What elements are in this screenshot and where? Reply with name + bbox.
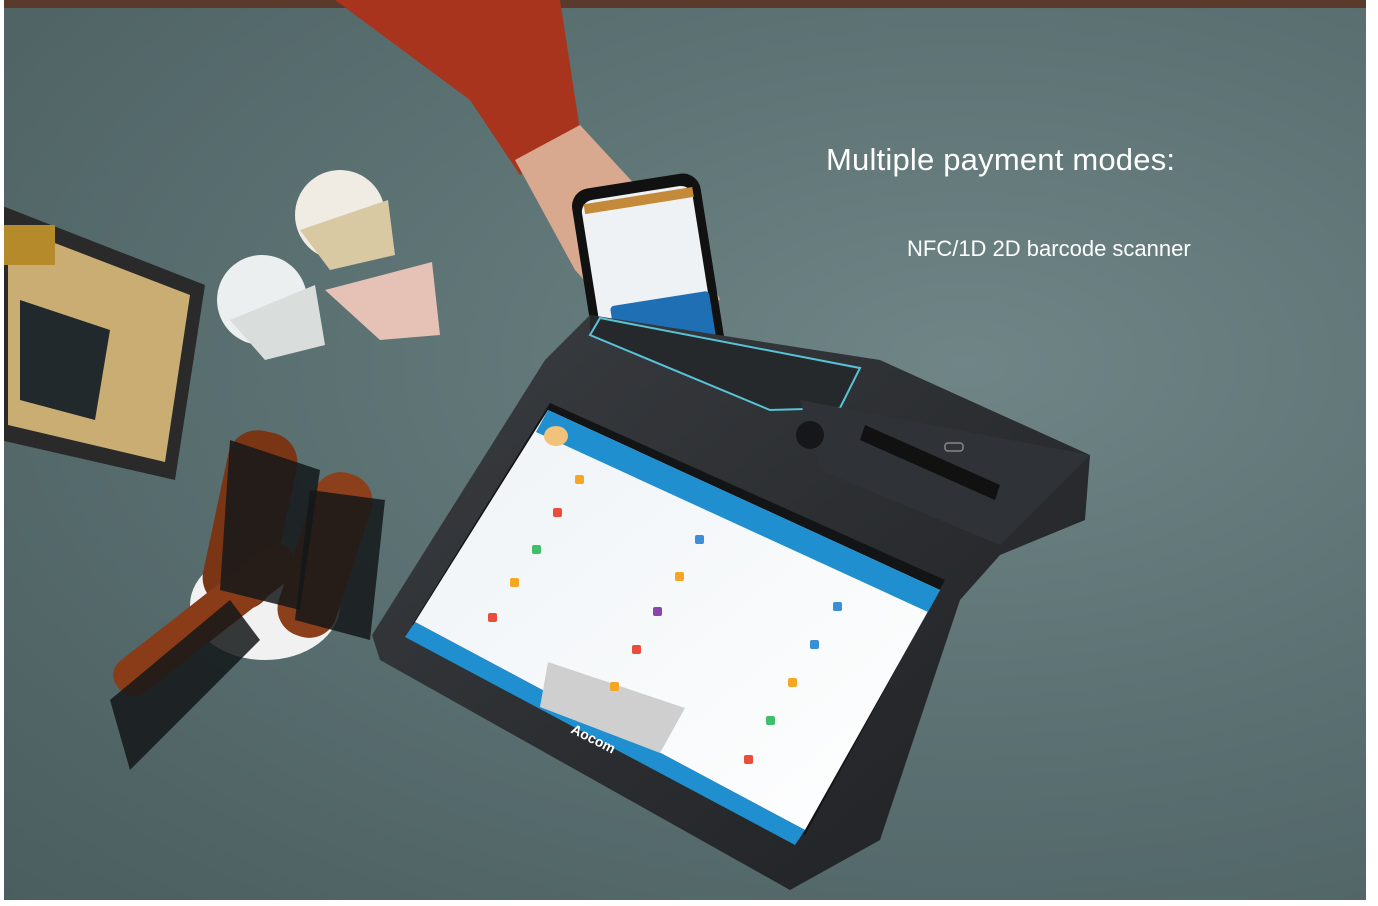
subheadline: NFC/1D 2D barcode scanner (907, 236, 1191, 261)
bottles (217, 170, 440, 360)
left-border (0, 0, 4, 906)
right-border (1366, 0, 1378, 906)
photo-scene: Aocom Multiple payment modes: NFC/1D 2D … (0, 0, 1378, 906)
headline: Multiple payment modes: (826, 142, 1176, 177)
bottom-border (0, 900, 1378, 906)
pos-terminal: Aocom (372, 315, 1090, 890)
pos-photo: Aocom (0, 0, 1090, 890)
hair-brushes (110, 430, 385, 770)
wooden-tray (0, 205, 205, 480)
